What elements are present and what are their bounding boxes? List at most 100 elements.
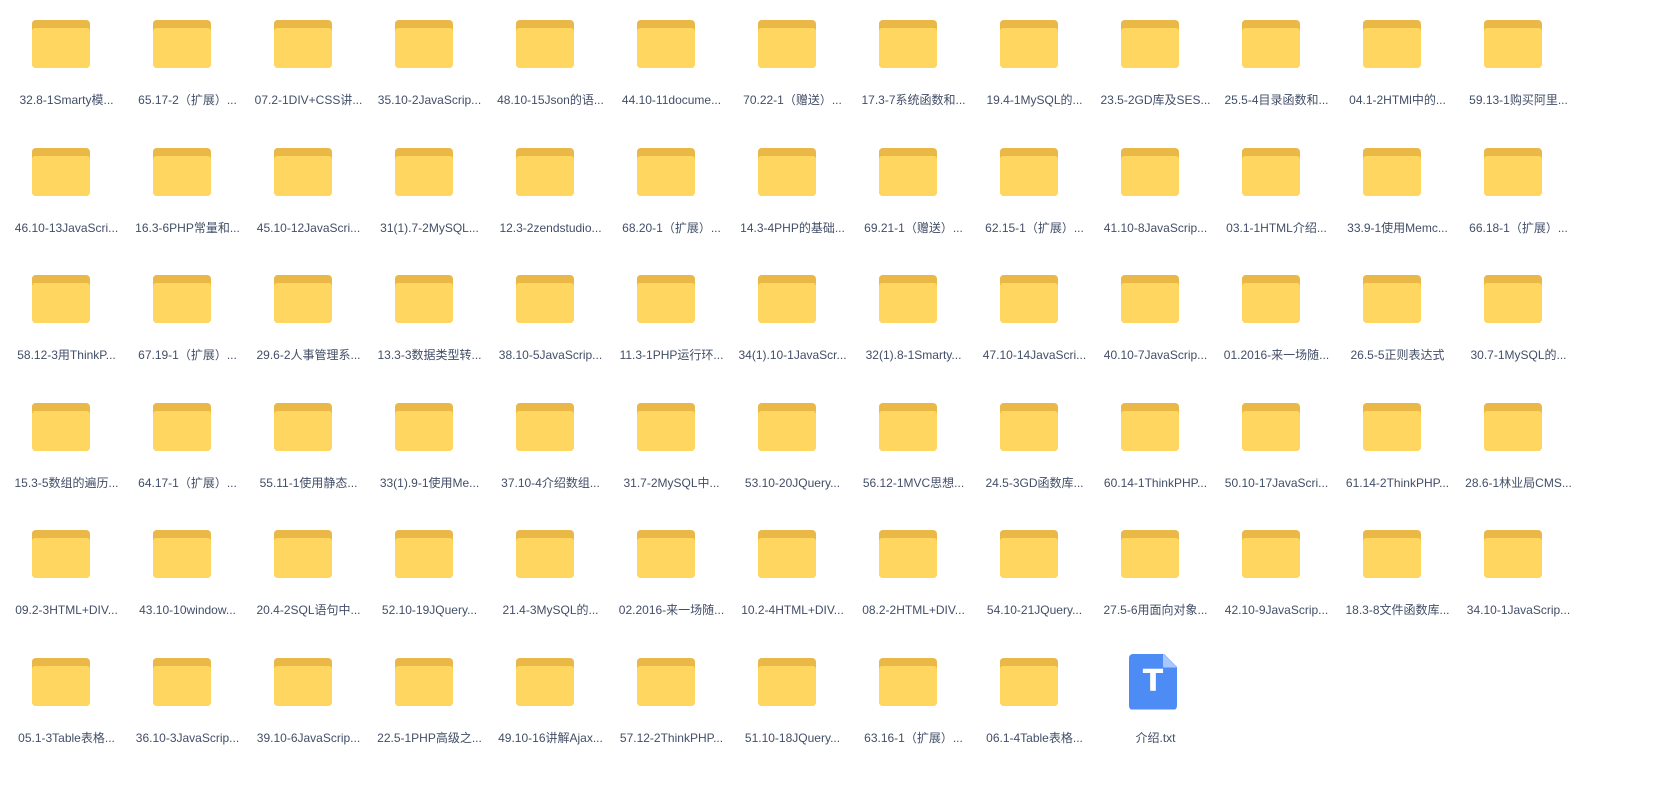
file-item-folder[interactable]: 52.10-19JQuery... <box>369 510 490 630</box>
file-name-label: 67.19-1（扩展）... <box>138 348 237 362</box>
file-item-folder[interactable]: 06.1-4Table表格... <box>974 638 1095 758</box>
file-item-folder[interactable]: 09.2-3HTML+DIV... <box>6 510 127 630</box>
file-item-folder[interactable]: 51.10-18JQuery... <box>732 638 853 758</box>
file-item-folder[interactable]: 22.5-1PHP高级之... <box>369 638 490 758</box>
file-name-label: 介绍.txt <box>1135 730 1176 745</box>
folder-icon <box>1363 20 1421 70</box>
file-item-folder[interactable]: 13.3-3数据类型转... <box>369 255 490 375</box>
folder-icon <box>1363 530 1421 580</box>
file-name-label: 32.8-1Smarty模... <box>19 93 114 107</box>
file-item-folder[interactable]: 53.10-20JQuery... <box>732 383 853 503</box>
file-item-folder[interactable]: 68.20-1（扩展）... <box>611 128 732 248</box>
file-name-label: 47.10-14JavaScri... <box>982 348 1087 362</box>
file-item-folder[interactable]: 29.6-2人事管理系... <box>248 255 369 375</box>
file-item-folder[interactable]: 37.10-4介绍数组... <box>490 383 611 503</box>
folder-icon <box>1242 275 1300 325</box>
file-item-folder[interactable]: 48.10-15Json的语... <box>490 0 611 120</box>
file-item-folder[interactable]: 43.10-10window... <box>127 510 248 630</box>
file-item-folder[interactable]: 28.6-1林业局CMS... <box>1458 383 1579 503</box>
file-item-folder[interactable]: 62.15-1（扩展）... <box>974 128 1095 248</box>
file-item-folder[interactable]: 23.5-2GD库及SES... <box>1095 0 1216 120</box>
file-name-label: 55.11-1使用静态... <box>259 475 358 490</box>
file-item-folder[interactable]: 35.10-2JavaScrip... <box>369 0 490 120</box>
file-name-label: 15.3-5数组的遍历... <box>14 475 119 490</box>
file-item-folder[interactable]: 10.2-4HTML+DIV... <box>732 510 853 630</box>
file-item-folder[interactable]: 07.2-1DIV+CSS讲... <box>248 0 369 120</box>
file-item-folder[interactable]: 63.16-1（扩展）... <box>853 638 974 758</box>
file-item-folder[interactable]: 69.21-1（赠送）... <box>853 128 974 248</box>
file-item-folder[interactable]: 47.10-14JavaScri... <box>974 255 1095 375</box>
file-item-folder[interactable]: 54.10-21JQuery... <box>974 510 1095 630</box>
file-item-folder[interactable]: 70.22-1（赠送）... <box>732 0 853 120</box>
file-item-folder[interactable]: 57.12-2ThinkPHP... <box>611 638 732 758</box>
file-item-folder[interactable]: 65.17-2（扩展）... <box>127 0 248 120</box>
file-item-folder[interactable]: 01.2016-来一场随... <box>1216 255 1337 375</box>
file-item-folder[interactable]: 33(1).9-1使用Me... <box>369 383 490 503</box>
file-name-label: 59.13-1购买阿里... <box>1469 93 1568 107</box>
file-item-folder[interactable]: 49.10-16讲解Ajax... <box>490 638 611 758</box>
file-item-folder[interactable]: 41.10-8JavaScrip... <box>1095 128 1216 248</box>
file-item-folder[interactable]: 36.10-3JavaScrip... <box>127 638 248 758</box>
folder-icon <box>637 147 695 198</box>
file-item-folder[interactable]: 30.7-1MySQL的... <box>1458 255 1579 375</box>
file-item-folder[interactable]: 32.8-1Smarty模... <box>6 0 127 120</box>
file-item-folder[interactable]: 38.10-5JavaScrip... <box>490 255 611 375</box>
file-item-folder[interactable]: 31.7-2MySQL中... <box>611 383 732 503</box>
file-name-label: 36.10-3JavaScrip... <box>135 730 240 745</box>
file-item-folder[interactable]: 17.3-7系统函数和... <box>853 0 974 120</box>
file-item-folder[interactable]: 03.1-1HTML介绍... <box>1216 128 1337 248</box>
folder-icon <box>32 20 90 70</box>
file-item-folder[interactable]: 12.3-2zendstudio... <box>490 128 611 248</box>
file-item-folder[interactable]: 58.12-3用ThinkP... <box>6 255 127 375</box>
file-item-folder[interactable]: 60.14-1ThinkPHP... <box>1095 383 1216 503</box>
file-name-label: 20.4-2SQL语句中... <box>256 603 361 617</box>
file-item-folder[interactable]: 24.5-3GD函数库... <box>974 383 1095 503</box>
file-name-label: 30.7-1MySQL的... <box>1470 348 1567 362</box>
file-item-folder[interactable]: 42.10-9JavaScrip... <box>1216 510 1337 630</box>
file-item-folder[interactable]: 66.18-1（扩展）... <box>1458 128 1579 248</box>
file-item-folder[interactable]: 59.13-1购买阿里... <box>1458 0 1579 120</box>
file-item-folder[interactable]: 25.5-4目录函数和... <box>1216 0 1337 120</box>
file-item-folder[interactable]: 64.17-1（扩展）... <box>127 383 248 503</box>
file-item-folder[interactable]: 50.10-17JavaScri... <box>1216 383 1337 503</box>
file-item-folder[interactable]: 34(1).10-1JavaScr... <box>732 255 853 375</box>
file-item-folder[interactable]: 55.11-1使用静态... <box>248 383 369 503</box>
file-item-folder[interactable]: 40.10-7JavaScrip... <box>1095 255 1216 375</box>
file-item-folder[interactable]: 34.10-1JavaScrip... <box>1458 510 1579 630</box>
file-item-folder[interactable]: 15.3-5数组的遍历... <box>6 383 127 503</box>
file-item-folder[interactable]: 32(1).8-1Smarty... <box>853 255 974 375</box>
file-item-folder[interactable]: 19.4-1MySQL的... <box>974 0 1095 120</box>
file-item-folder[interactable]: 46.10-13JavaScri... <box>6 128 127 248</box>
folder-icon <box>395 275 453 325</box>
file-item-folder[interactable]: 67.19-1（扩展）... <box>127 255 248 375</box>
file-name-label: 66.18-1（扩展）... <box>1469 220 1568 235</box>
file-item-folder[interactable]: 61.14-2ThinkPHP... <box>1337 383 1458 503</box>
file-item-text[interactable]: T 介绍.txt <box>1095 638 1216 758</box>
folder-icon <box>516 402 574 453</box>
file-item-folder[interactable]: 56.12-1MVC思想... <box>853 383 974 503</box>
file-item-folder[interactable]: 27.5-6用面向对象... <box>1095 510 1216 630</box>
file-item-folder[interactable]: 44.10-11docume... <box>611 0 732 120</box>
file-name-label: 06.1-4Table表格... <box>986 730 1083 745</box>
file-name-label: 34(1).10-1JavaScr... <box>738 348 847 362</box>
file-name-label: 62.15-1（扩展）... <box>985 220 1084 235</box>
folder-icon <box>758 530 816 580</box>
folder-icon <box>879 147 937 198</box>
file-item-folder[interactable]: 14.3-4PHP的基础... <box>732 128 853 248</box>
file-item-folder[interactable]: 04.1-2HTMl中的... <box>1337 0 1458 120</box>
file-item-folder[interactable]: 26.5-5正则表达式 <box>1337 255 1458 375</box>
file-item-folder[interactable]: 16.3-6PHP常量和... <box>127 128 248 248</box>
file-item-folder[interactable]: 33.9-1使用Memc... <box>1337 128 1458 248</box>
file-item-folder[interactable]: 31(1).7-2MySQL... <box>369 128 490 248</box>
file-item-folder[interactable]: 45.10-12JavaScri... <box>248 128 369 248</box>
file-item-folder[interactable]: 18.3-8文件函数库... <box>1337 510 1458 630</box>
file-item-folder[interactable]: 08.2-2HTML+DIV... <box>853 510 974 630</box>
file-item-folder[interactable]: 02.2016-来一场随... <box>611 510 732 630</box>
file-item-folder[interactable]: 21.4-3MySQL的... <box>490 510 611 630</box>
folder-icon <box>153 657 211 708</box>
file-item-folder[interactable]: 05.1-3Table表格... <box>6 638 127 758</box>
file-item-folder[interactable]: 20.4-2SQL语句中... <box>248 510 369 630</box>
file-name-label: 27.5-6用面向对象... <box>1103 603 1208 617</box>
file-item-folder[interactable]: 11.3-1PHP运行环... <box>611 255 732 375</box>
file-item-folder[interactable]: 39.10-6JavaScrip... <box>248 638 369 758</box>
